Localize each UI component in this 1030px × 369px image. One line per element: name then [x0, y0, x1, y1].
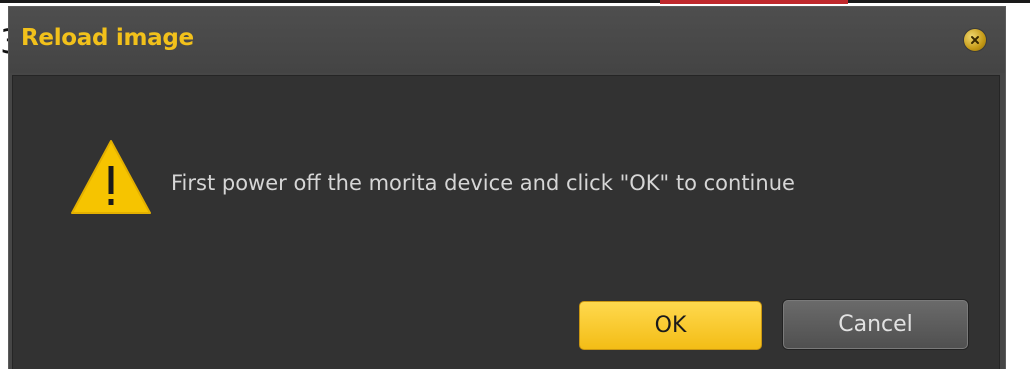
background-red-tab [660, 0, 848, 4]
dialog-title: Reload image [21, 25, 194, 51]
dialog-message: First power off the morita device and cl… [171, 171, 795, 195]
close-icon [971, 36, 979, 44]
ok-button-label: OK [654, 313, 687, 338]
ok-button[interactable]: OK [579, 301, 762, 350]
cancel-button[interactable]: Cancel [783, 300, 968, 349]
screen: 3 Reload image First power off the morit… [0, 0, 1030, 369]
reload-image-dialog: Reload image First power off the morita … [8, 6, 1006, 369]
background-window-edge [0, 0, 1030, 3]
cancel-button-label: Cancel [838, 312, 913, 337]
dialog-title-bar[interactable]: Reload image [9, 7, 1005, 73]
warning-icon [71, 140, 151, 214]
dialog-content: First power off the morita device and cl… [12, 75, 1000, 369]
close-button[interactable] [964, 29, 986, 51]
